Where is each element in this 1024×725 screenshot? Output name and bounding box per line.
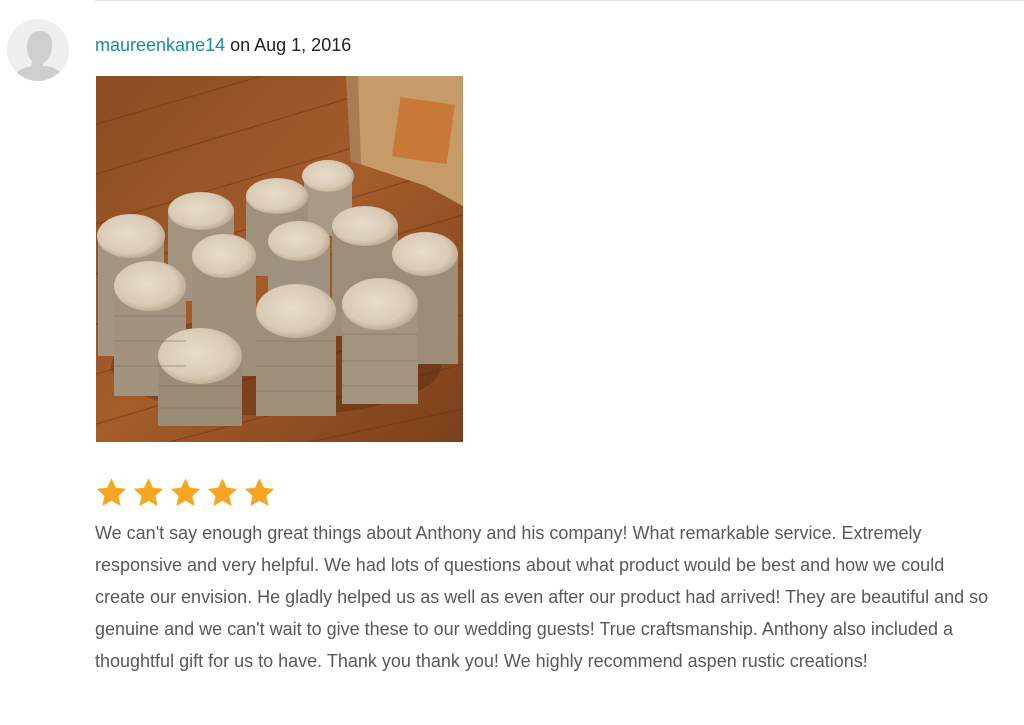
review-text: We can't say enough great things about A… bbox=[95, 523, 989, 671]
rating-stars bbox=[94, 476, 277, 510]
user-avatar-icon[interactable] bbox=[7, 19, 69, 81]
star-icon bbox=[244, 478, 275, 507]
review-card: maureenkane14 on Aug 1, 2016 We can't sa… bbox=[0, 0, 1024, 725]
review-photo[interactable] bbox=[96, 76, 463, 442]
username-link[interactable]: maureenkane14 bbox=[95, 35, 225, 55]
star-icon bbox=[170, 478, 201, 507]
star-icon bbox=[96, 478, 127, 507]
star-icon bbox=[207, 478, 238, 507]
review-date: on Aug 1, 2016 bbox=[225, 35, 352, 55]
review-byline: maureenkane14 on Aug 1, 2016 bbox=[95, 34, 351, 56]
star-icon bbox=[133, 478, 164, 507]
